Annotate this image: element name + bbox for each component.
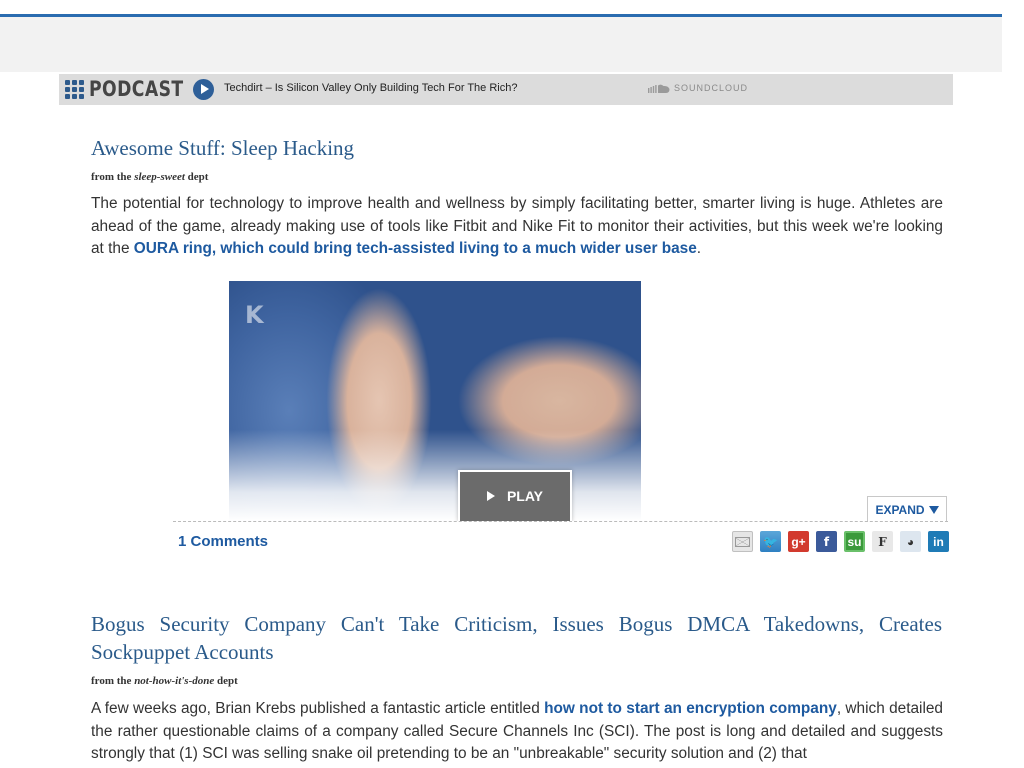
article-dept: from the not-how-it's-done dept: [91, 675, 238, 687]
article-title[interactable]: Awesome Stuff: Sleep Hacking: [91, 134, 354, 162]
body-text-end: .: [696, 240, 702, 257]
facebook-icon[interactable]: f: [816, 531, 837, 552]
expand-button[interactable]: EXPAND: [867, 496, 947, 522]
google-plus-icon[interactable]: g+: [788, 531, 809, 552]
article-title[interactable]: Bogus Security Company Can't Take Critic…: [91, 610, 942, 666]
linkedin-icon[interactable]: in: [928, 531, 949, 552]
fark-icon[interactable]: F: [872, 531, 893, 552]
caret-down-icon: [928, 505, 939, 514]
reddit-icon[interactable]: ◕: [900, 531, 921, 552]
podcast-logo-text: PODCAST: [89, 77, 184, 101]
dept-name: sleep-sweet: [134, 171, 185, 183]
twitter-icon[interactable]: 🐦: [760, 531, 781, 552]
soundcloud-icon: [648, 84, 670, 93]
body-link[interactable]: how not to start an encryption company: [544, 700, 837, 717]
article-body: The potential for technology to improve …: [91, 193, 943, 261]
dept-suffix: dept: [187, 171, 209, 183]
dept-prefix: from the: [91, 675, 132, 687]
email-icon[interactable]: [732, 531, 753, 552]
share-bar: 🐦 g+ f su F ◕ in: [732, 531, 949, 552]
podcast-episode-title[interactable]: Techdirt – Is Silicon Valley Only Buildi…: [224, 82, 517, 94]
expand-label: EXPAND: [875, 502, 925, 517]
divider: [173, 521, 948, 522]
dept-suffix: dept: [217, 675, 238, 687]
stumbleupon-icon[interactable]: su: [844, 531, 865, 552]
podcast-logo[interactable]: PODCAST: [65, 77, 204, 101]
article-body: A few weeks ago, Brian Krebs published a…: [91, 698, 943, 766]
podcast-play-icon[interactable]: [193, 79, 214, 100]
top-bar: [0, 17, 1002, 72]
play-button[interactable]: PLAY: [458, 470, 572, 521]
play-label: PLAY: [506, 488, 544, 504]
dept-name: not-how-it's-done: [134, 675, 215, 687]
body-link[interactable]: OURA ring, which could bring tech-assist…: [134, 240, 697, 257]
image-watermark: K: [245, 301, 264, 329]
play-icon: [486, 491, 495, 501]
soundcloud-label: SOUNDCLOUD: [674, 83, 749, 93]
article-dept: from the sleep-sweet dept: [91, 171, 208, 183]
comments-link[interactable]: 1 Comments: [178, 533, 268, 550]
soundcloud-badge[interactable]: SOUNDCLOUD: [648, 83, 748, 93]
podcast-bar: PODCAST Techdirt – Is Silicon Valley Onl…: [59, 74, 953, 105]
article-hero-image[interactable]: K PLAY: [229, 281, 641, 521]
body-text: A few weeks ago, Brian Krebs published a…: [91, 700, 540, 717]
techdirt-dots-icon: [65, 79, 84, 99]
dept-prefix: from the: [91, 171, 132, 183]
